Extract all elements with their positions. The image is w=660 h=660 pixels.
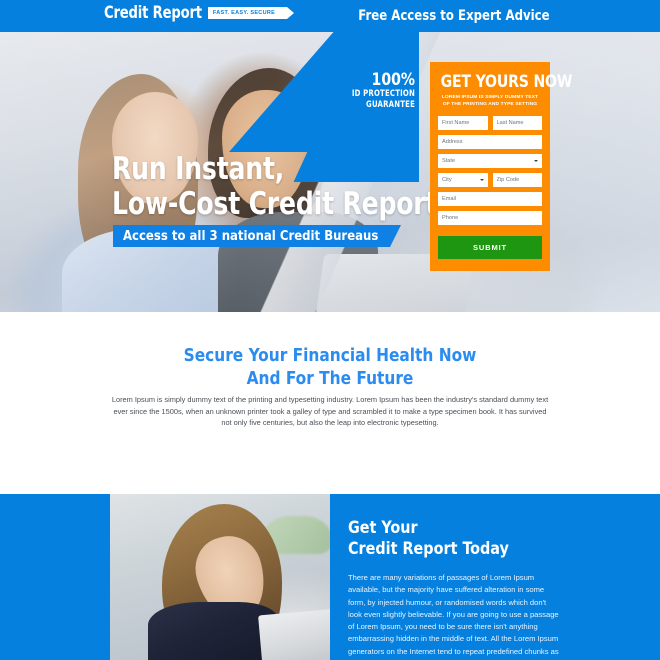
section-heading-line-2: And For The Future (246, 368, 414, 389)
hero-section: 100% ID PROTECTION GUARANTEE Run Instant… (0, 32, 660, 312)
last-name-input[interactable] (492, 116, 542, 130)
header-tagline: Free Access to Expert Advice (358, 8, 550, 24)
secure-ribbon-label: FAST. EASY. SECURE (212, 10, 276, 16)
badge-line-2: GUARANTEE (366, 100, 415, 110)
bottom-paragraph: There are many variations of passages of… (348, 573, 559, 660)
form-row-name (438, 116, 542, 130)
email-input[interactable] (438, 192, 542, 206)
form-title: GET YOURS NOW (440, 72, 573, 91)
section-paragraph: Lorem Ipsum is simply dummy text of the … (111, 395, 549, 428)
chevron-down-icon (479, 179, 484, 181)
phone-input[interactable] (438, 211, 542, 225)
form-row-address (438, 135, 542, 149)
form-subtitle: LOREM IPSUM IS SIMPLY DUMMY TEXT OF THE … (441, 95, 539, 107)
secure-ribbon-badge: FAST. EASY. SECURE (207, 7, 295, 19)
form-row-state: State (438, 154, 542, 168)
site-header: Credit Report FAST. EASY. SECURE Free Ac… (0, 0, 660, 32)
id-protection-badge: 100% ID PROTECTION GUARANTEE (335, 72, 415, 111)
city-select-value: City (442, 177, 452, 183)
bottom-photo (110, 494, 330, 660)
bottom-heading-line-1: Get Your (348, 518, 418, 538)
hero-headline: Run Instant, Low-Cost Credit Reports (112, 152, 452, 222)
bottom-tablet (258, 608, 330, 660)
city-select[interactable]: City (438, 173, 488, 187)
hero-headline-line-1: Run Instant, (112, 151, 285, 187)
bottom-heading: Get Your Credit Report Today (348, 518, 547, 560)
section-heading-line-1: Secure Your Financial Health Now (183, 345, 477, 366)
form-row-city-zip: City (438, 173, 542, 187)
credit-report-section: Get Your Credit Report Today There are m… (0, 494, 660, 660)
bottom-heading-line-2: Credit Report Today (348, 539, 509, 559)
section-heading: Secure Your Financial Health Now And For… (17, 344, 644, 390)
state-select-value: State (442, 158, 456, 164)
value-proposition-section: Secure Your Financial Health Now And For… (0, 312, 660, 494)
badge-line-1: ID PROTECTION (351, 89, 415, 99)
badge-percent: 100% (371, 70, 415, 90)
form-row-phone (438, 211, 542, 225)
chevron-down-icon (534, 160, 538, 162)
bottom-text-column: Get Your Credit Report Today There are m… (348, 518, 560, 660)
first-name-input[interactable] (438, 116, 488, 130)
hero-subheadline-banner: Access to all 3 national Credit Bureaus (113, 225, 402, 247)
lead-capture-form: GET YOURS NOW LOREM IPSUM IS SIMPLY DUMM… (430, 62, 573, 271)
brand-logo[interactable]: Credit Report FAST. EASY. SECURE (104, 2, 295, 24)
form-row-email (438, 192, 542, 206)
hero-subheadline-text: Access to all 3 national Credit Bureaus (123, 228, 379, 244)
hero-headline-line-2: Low-Cost Credit Reports (112, 186, 453, 222)
address-input[interactable] (438, 135, 542, 149)
submit-button[interactable]: SUBMIT (438, 236, 542, 259)
zip-code-input[interactable] (492, 173, 542, 187)
state-select[interactable]: State (438, 154, 542, 168)
logo-text: Credit Report (104, 3, 202, 23)
